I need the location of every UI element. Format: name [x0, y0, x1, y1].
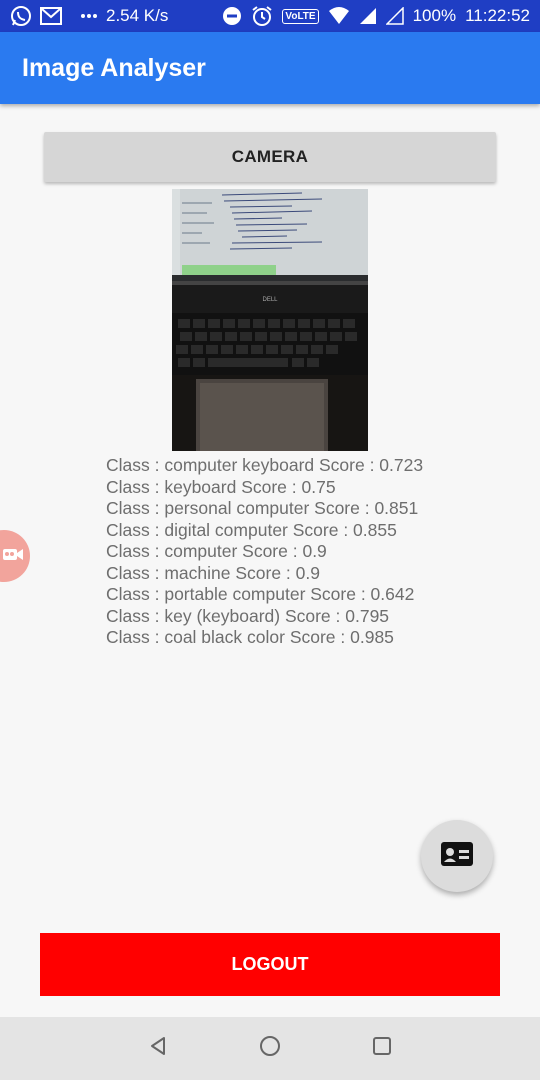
photo-brand-label: DELL — [262, 297, 278, 303]
logout-button[interactable]: LOGOUT — [40, 933, 500, 996]
video-camera-icon — [2, 546, 24, 567]
back-button[interactable] — [140, 1031, 176, 1067]
status-bar: 2.54 K/s VoLTE 100% 11:22:52 — [0, 0, 540, 32]
result-line: Class : coal black color Score : 0.985 — [106, 627, 394, 647]
signal-empty-icon — [385, 7, 404, 25]
result-line: Class : machine Score : 0.9 — [106, 562, 320, 583]
classification-results: Class : computer keyboard Score : 0.723 … — [106, 455, 526, 649]
floating-recorder-button[interactable] — [0, 530, 30, 582]
result-line: Class : computer keyboard Score : 0.723 — [106, 455, 424, 475]
more-dots-icon — [80, 13, 98, 19]
result-line: Class : computer Score : 0.9 — [106, 541, 327, 561]
dnd-icon — [222, 6, 242, 26]
alarm-icon — [251, 5, 273, 27]
signal-icon — [359, 7, 377, 25]
net-speed: 2.54 K/s — [106, 6, 169, 25]
back-icon — [147, 1035, 169, 1062]
id-card-icon — [441, 841, 473, 871]
camera-button[interactable]: CAMERA — [44, 132, 496, 182]
app-title: Image Analyser — [22, 53, 206, 82]
result-line: Class : portable computer Score : 0.642 — [106, 584, 415, 604]
contact-card-fab[interactable] — [421, 820, 493, 892]
battery-level: 100% — [412, 6, 457, 25]
whatsapp-icon — [10, 5, 32, 27]
home-button[interactable] — [252, 1031, 288, 1067]
app-bar: Image Analyser — [0, 32, 540, 104]
result-line: Class : personal computer Score : 0.851 — [106, 498, 419, 518]
recents-icon — [371, 1035, 393, 1062]
home-icon — [259, 1035, 281, 1062]
clock: 11:22:52 — [465, 6, 530, 25]
result-line: Class : digital computer Score : 0.855 — [106, 519, 397, 540]
recents-button[interactable] — [364, 1031, 400, 1067]
result-line: Class : key (keyboard) Score : 0.795 — [106, 605, 390, 626]
gmail-icon — [40, 7, 62, 25]
result-line: Class : keyboard Score : 0.75 — [106, 476, 336, 497]
volte-icon: VoLTE — [282, 8, 319, 24]
wifi-icon — [328, 7, 350, 25]
captured-photo: DELL — [172, 189, 368, 451]
navigation-bar — [0, 1017, 540, 1080]
